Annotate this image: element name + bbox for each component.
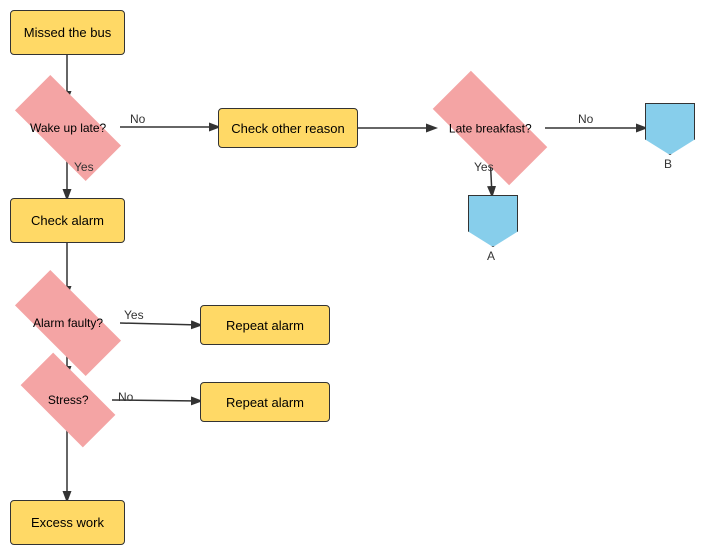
repeat-alarm-1-node: Repeat alarm bbox=[200, 305, 330, 345]
excess-work-label: Excess work bbox=[31, 515, 104, 530]
no-label-late: No bbox=[578, 112, 593, 126]
no-label-wake: No bbox=[130, 112, 145, 126]
b-label: B bbox=[664, 157, 672, 171]
no-label-stress: No bbox=[118, 390, 133, 404]
arrows-layer bbox=[0, 0, 706, 553]
wake-up-late-label: Wake up late? bbox=[30, 121, 106, 135]
off-page-b-node bbox=[645, 103, 695, 155]
check-alarm-node: Check alarm bbox=[10, 198, 125, 243]
repeat-alarm-1-label: Repeat alarm bbox=[226, 318, 304, 333]
check-other-reason-label: Check other reason bbox=[231, 121, 344, 136]
yes-label-wake: Yes bbox=[74, 160, 94, 174]
a-label: A bbox=[487, 249, 495, 263]
yes-label-late: Yes bbox=[474, 160, 494, 174]
late-breakfast-label: Late breakfast? bbox=[449, 121, 532, 135]
check-alarm-label: Check alarm bbox=[31, 213, 104, 228]
wake-up-late-node: Wake up late? bbox=[15, 75, 121, 181]
yes-label-alarm: Yes bbox=[124, 308, 144, 322]
stress-label: Stress? bbox=[48, 393, 89, 407]
off-page-a-node bbox=[468, 195, 518, 247]
alarm-faulty-label: Alarm faulty? bbox=[33, 316, 103, 330]
alarm-faulty-node: Alarm faulty? bbox=[15, 270, 121, 376]
stress-node: Stress? bbox=[21, 353, 116, 448]
flowchart: Missed the bus Wake up late? Check other… bbox=[0, 0, 706, 553]
excess-work-node: Excess work bbox=[10, 500, 125, 545]
check-other-reason-node: Check other reason bbox=[218, 108, 358, 148]
repeat-alarm-2-node: Repeat alarm bbox=[200, 382, 330, 422]
missed-bus-node: Missed the bus bbox=[10, 10, 125, 55]
missed-bus-label: Missed the bus bbox=[24, 25, 111, 40]
repeat-alarm-2-label: Repeat alarm bbox=[226, 395, 304, 410]
